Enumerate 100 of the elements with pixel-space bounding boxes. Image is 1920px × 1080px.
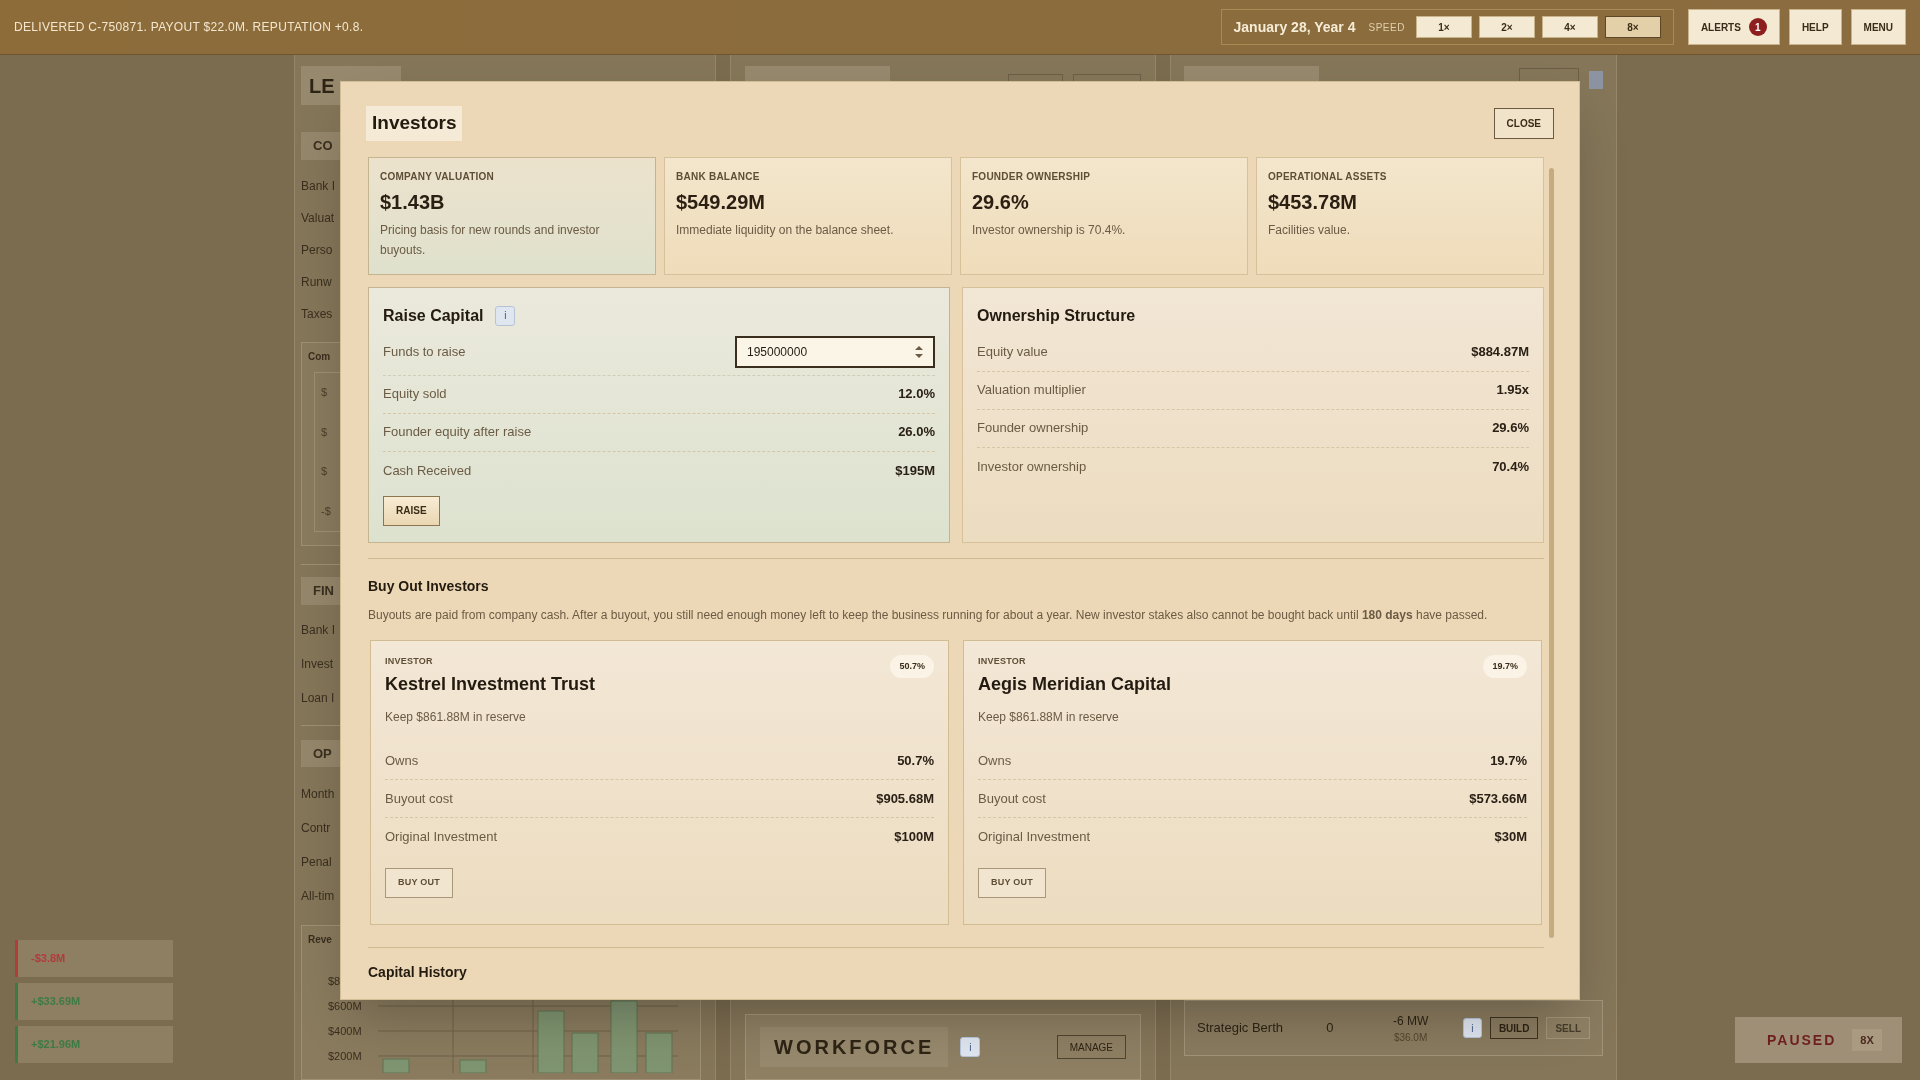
manage-button[interactable]: MANAGE — [1056, 1035, 1126, 1059]
section-title: Capital History — [368, 962, 468, 982]
row-value: $905.68M — [876, 789, 934, 808]
row-value: 19.7% — [1490, 751, 1527, 770]
speed-button[interactable]: 2× — [1478, 16, 1535, 38]
row-label: Funds to raise — [383, 343, 466, 362]
axis-tick-label: $ — [321, 424, 328, 440]
row-label: Buyout cost — [978, 789, 1046, 808]
close-button[interactable]: CLOSE — [1493, 107, 1554, 139]
ledger-row-label: Bank I — [301, 177, 336, 195]
investor-tag: INVESTOR — [385, 654, 433, 668]
axis-tick-label: -$ — [321, 503, 331, 519]
row-value: $884.87M — [1471, 343, 1529, 362]
row-label: Valuation multiplier — [977, 381, 1086, 400]
ledger-row-label: Penal — [301, 854, 332, 871]
stat-label: OPERATIONAL ASSETS — [1268, 169, 1388, 184]
ledger-row-label: Perso — [301, 241, 333, 259]
facility-count: 0 — [1325, 1019, 1335, 1038]
row-value: 1.95x — [1496, 381, 1529, 400]
toast-amount: +$33.69M — [31, 994, 81, 1010]
row-label: Owns — [978, 751, 1012, 770]
row-label: Original Investment — [978, 828, 1090, 847]
workforce-title: WORKFORCE — [760, 1027, 949, 1067]
info-button[interactable]: i — [495, 305, 516, 326]
axis-tick-label: $8 — [328, 974, 341, 989]
info-button[interactable]: i — [1462, 1018, 1482, 1038]
speed-button[interactable]: 4× — [1541, 16, 1598, 38]
funds-input[interactable]: 195000000 — [735, 336, 935, 368]
game-date: January 28, Year 4 — [1233, 17, 1356, 37]
ledger-row-label: Month — [301, 786, 335, 803]
ledger-row-label: Taxes — [301, 305, 333, 323]
stat-value: $549.29M — [676, 189, 766, 215]
buy-out-button[interactable]: BUY OUT — [385, 868, 453, 898]
alerts-button[interactable]: ALERTS 1 — [1687, 9, 1780, 45]
card-title: Ownership Structure — [977, 305, 1137, 326]
chart-title: Com — [308, 349, 331, 364]
info-button[interactable]: i — [960, 1037, 981, 1057]
ledger-row-label: Valuat — [301, 209, 335, 227]
row-label: Founder ownership — [977, 419, 1089, 438]
row-label: Founder equity after raise — [383, 423, 532, 442]
speed-button[interactable]: 1× — [1415, 16, 1472, 38]
row-label: Cash Received — [383, 461, 472, 480]
axis-tick-label: $ — [321, 464, 328, 480]
stat-note: Immediate liquidity on the balance sheet. — [676, 221, 895, 239]
speed-button[interactable]: 8× — [1604, 16, 1661, 38]
ledger-row-label: Invest — [301, 655, 333, 673]
dialog-title: Investors — [366, 106, 463, 141]
facility-name: Strategic Berth — [1197, 1019, 1284, 1037]
row-value: 70.4% — [1492, 457, 1529, 476]
chart-title: Reve — [308, 933, 332, 947]
stat-label: FOUNDER OWNERSHIP — [972, 169, 1092, 184]
buy-out-button[interactable]: BUY OUT — [978, 868, 1046, 898]
ledger-row-label: Runw — [301, 273, 332, 291]
row-value: 12.0% — [898, 385, 935, 404]
row-value: $195M — [895, 461, 935, 480]
share-badge: 50.7% — [890, 654, 934, 678]
ledger-row-label: Bank I — [301, 621, 336, 639]
stat-note: Facilities value. — [1268, 221, 1352, 239]
ledger-row-label: All-tim — [301, 888, 335, 905]
card-title: Raise Capital — [383, 305, 484, 326]
ledger-row-label: Loan I — [301, 689, 335, 707]
row-value: 26.0% — [898, 423, 935, 442]
row-label: Equity sold — [383, 385, 447, 404]
stat-note: Pricing basis for new rounds and investor buyouts. — [380, 221, 601, 259]
row-value: 29.6% — [1492, 419, 1529, 438]
buyout-description: Buyouts are paid from company cash. After a buyout, you still need enough money left to keep the business running for about a year. New investor stakes also cannot be bought back until 180 days have passed. — [368, 606, 1489, 624]
row-value: $30M — [1494, 828, 1527, 847]
axis-tick-label: $400M — [328, 1024, 362, 1039]
row-label: Owns — [385, 751, 419, 770]
stat-value: $1.43B — [380, 189, 446, 215]
stat-label: BANK BALANCE — [676, 169, 761, 184]
stat-label: COMPANY VALUATION — [380, 169, 496, 184]
raise-button[interactable]: RAISE — [383, 495, 440, 526]
facility-power: -6 MW — [1392, 1012, 1429, 1030]
speed-badge: 8X — [1852, 1028, 1882, 1052]
row-value: $573.66M — [1469, 789, 1527, 808]
stat-value: 29.6% — [972, 189, 1030, 215]
alert-count-badge: 1 — [1748, 18, 1767, 36]
stat-value: $453.78M — [1268, 189, 1358, 215]
investor-name: Kestrel Investment Trust — [385, 673, 597, 696]
investor-name: Aegis Meridian Capital — [978, 673, 1173, 696]
speed-label: SPEED — [1368, 20, 1405, 35]
axis-tick-label: $600M — [328, 999, 362, 1014]
row-label: Investor ownership — [977, 457, 1087, 476]
row-value: 50.7% — [897, 751, 934, 770]
row-label: Equity value — [977, 343, 1048, 362]
axis-tick-label: $200M — [328, 1049, 362, 1064]
status-message: DELIVERED C-750871. PAYOUT $22.0M. REPUTATION +0.8. — [14, 19, 364, 36]
investor-tag: INVESTOR — [978, 654, 1026, 668]
toast-amount: -$3.8M — [31, 951, 66, 967]
stat-note: Investor ownership is 70.4%. — [972, 221, 1127, 239]
header-button[interactable]: MENU — [1850, 9, 1906, 45]
reserve-note: Keep $861.88M in reserve — [978, 709, 1120, 726]
reserve-note: Keep $861.88M in reserve — [385, 709, 527, 726]
row-label: Original Investment — [385, 828, 497, 847]
ledger-row-label: Contr — [301, 820, 331, 837]
row-label: Buyout cost — [385, 789, 453, 808]
axis-tick-label: $ — [321, 385, 328, 401]
stepper-icon[interactable] — [915, 346, 923, 358]
header-button[interactable]: HELP — [1788, 9, 1842, 45]
